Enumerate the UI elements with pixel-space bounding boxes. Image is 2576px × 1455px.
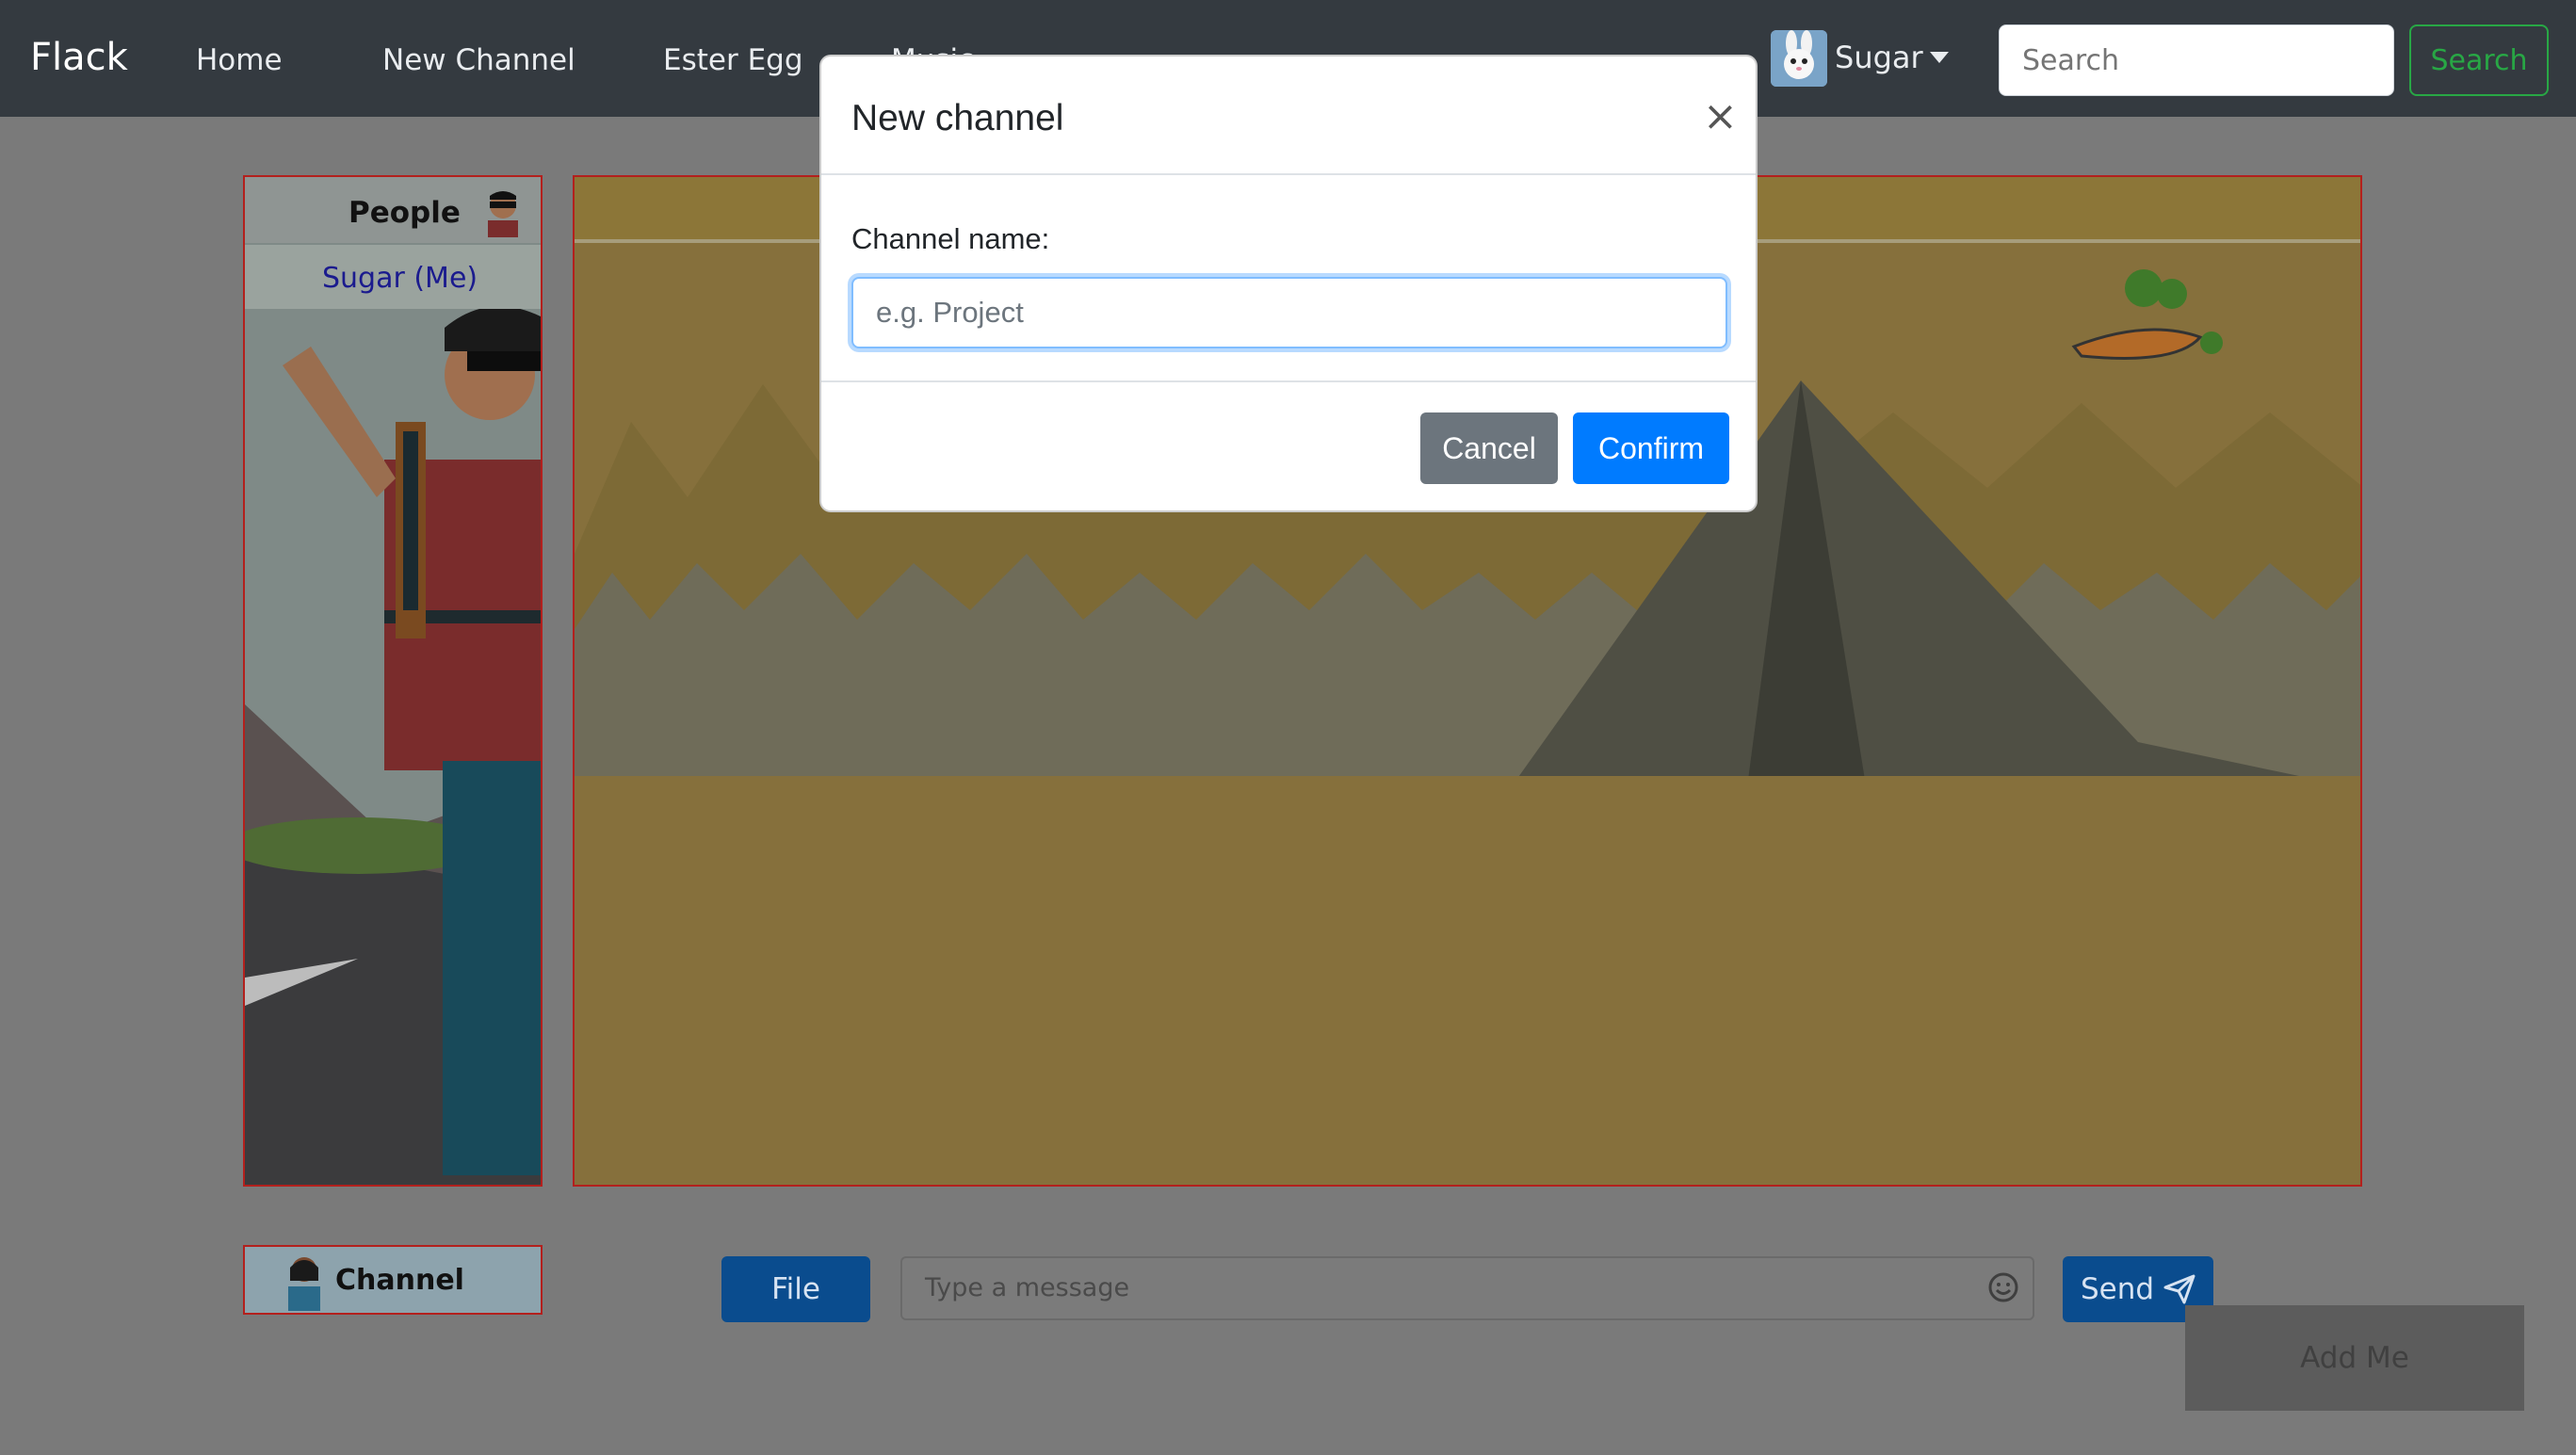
hiker-avatar-icon bbox=[478, 186, 527, 237]
add-me-button[interactable]: Add Me bbox=[2185, 1305, 2524, 1411]
channel-name-input[interactable] bbox=[851, 277, 1727, 348]
send-label: Send bbox=[2080, 1272, 2155, 1306]
user-dropdown[interactable]: Sugar bbox=[1835, 40, 1923, 75]
hiker-illustration bbox=[245, 177, 541, 1185]
new-channel-modal: New channel × Channel name: Cancel Confi… bbox=[819, 55, 1758, 512]
nav-new-channel[interactable]: New Channel bbox=[382, 43, 575, 77]
nav-home[interactable]: Home bbox=[196, 43, 283, 77]
cancel-button[interactable]: Cancel bbox=[1420, 412, 1558, 484]
channel-label: Channel bbox=[335, 1264, 464, 1297]
message-input[interactable]: Type a message bbox=[900, 1256, 2034, 1320]
channel-box[interactable]: Channel bbox=[243, 1245, 543, 1315]
person-sugar-me[interactable]: Sugar (Me) bbox=[322, 262, 478, 295]
search-input[interactable] bbox=[1999, 24, 2394, 96]
brand-link[interactable]: Flack bbox=[30, 36, 128, 79]
message-placeholder: Type a message bbox=[925, 1273, 1130, 1302]
paper-plane-icon bbox=[2163, 1274, 2195, 1304]
bunny-avatar-icon[interactable] bbox=[1771, 30, 1827, 87]
divider bbox=[821, 380, 1756, 382]
close-icon[interactable]: × bbox=[1703, 92, 1738, 140]
nav-easter-egg[interactable]: Ester Egg bbox=[663, 43, 803, 77]
search-button[interactable]: Search bbox=[2409, 24, 2549, 96]
people-panel: People Sugar (Me) bbox=[243, 175, 543, 1187]
chevron-down-icon[interactable] bbox=[1930, 52, 1949, 63]
channel-avatar-icon bbox=[283, 1253, 326, 1311]
file-button[interactable]: File bbox=[721, 1256, 870, 1322]
smile-icon[interactable] bbox=[1987, 1271, 2019, 1303]
people-title: People bbox=[348, 196, 461, 230]
channel-name-label: Channel name: bbox=[851, 222, 1050, 255]
divider bbox=[821, 173, 1756, 175]
modal-title: New channel bbox=[851, 98, 1064, 138]
confirm-button[interactable]: Confirm bbox=[1573, 412, 1729, 484]
